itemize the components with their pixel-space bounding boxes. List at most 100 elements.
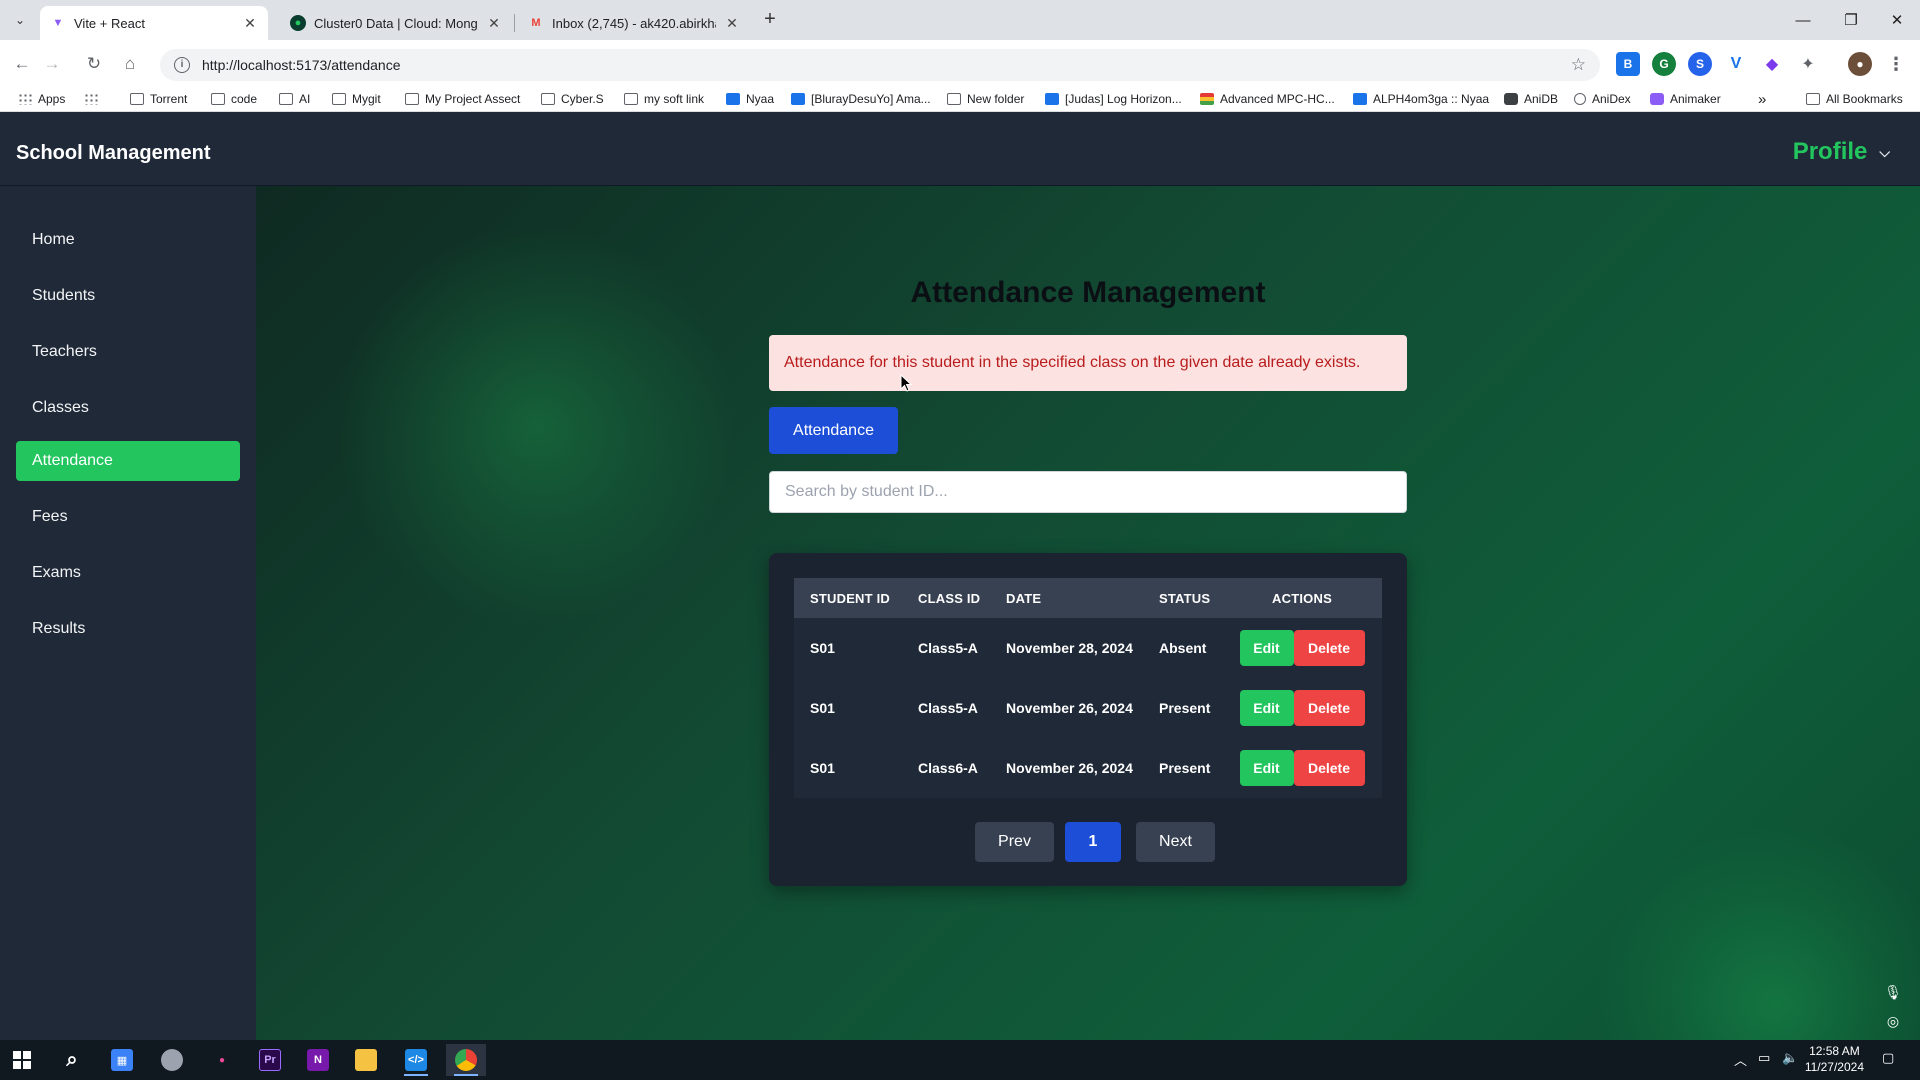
next-page-button[interactable]: Next [1136,822,1215,862]
minimize-icon[interactable]: — [1780,0,1826,40]
close-icon[interactable]: ✕ [242,15,258,32]
taskbar: ⌕ ▦ ● Pr N </> ︿ ▭ 🔈 12:58 AM 11/27/2024… [0,1040,1920,1080]
tab-mongodb[interactable]: ● Cluster0 Data | Cloud: MongoD ✕ [280,6,512,40]
extension-s-icon[interactable]: S [1688,52,1712,76]
extension-drop-icon[interactable]: ◆ [1760,52,1784,76]
browser-menu-icon[interactable]: ⋮ [1884,52,1908,76]
tab-separator [514,14,515,32]
focus-target-icon[interactable]: ◎ [1882,1010,1904,1032]
sidebar-item-home[interactable]: Home [16,220,240,260]
profile-dropdown[interactable]: Profile ⌵ [1793,138,1890,166]
file-explorer-icon[interactable] [346,1044,386,1076]
premiere-pro-icon[interactable]: Pr [250,1044,290,1076]
cell-date: November 26, 2024 [1006,700,1133,716]
store-icon[interactable]: ▦ [102,1044,142,1076]
more-bookmarks-chevron-icon[interactable]: » [1758,90,1766,108]
system-clock[interactable]: 12:58 AM 11/27/2024 [1805,1043,1864,1075]
bookmark-mygit[interactable]: Mygit [332,90,381,108]
reload-icon[interactable]: ↻ [80,50,108,78]
bookmarks-bar: Apps Torrent code AI Mygit My Project As… [0,86,1920,112]
app-icon[interactable] [152,1044,192,1076]
grammarly-icon[interactable]: G [1652,52,1676,76]
search-input[interactable] [769,471,1407,513]
folder-icon [1806,93,1820,105]
app-dot-icon[interactable]: ● [202,1044,242,1076]
delete-button[interactable]: Delete [1293,750,1365,786]
bookmark-alph4om3ga[interactable]: ALPH4om3ga :: Nyaa [1353,90,1489,108]
attendance-button[interactable]: Attendance [769,407,898,454]
windows-start-icon[interactable] [2,1044,42,1076]
network-icon[interactable]: ▭ [1758,1050,1770,1066]
sidebar-item-teachers[interactable]: Teachers [16,332,240,372]
close-icon[interactable]: ✕ [724,15,740,32]
tab-groups-icon[interactable] [84,90,98,108]
alert-message: Attendance for this student in the speci… [784,354,1361,371]
bookmark-torrent[interactable]: Torrent [130,90,187,108]
bookmark-anidb[interactable]: AniDB [1504,90,1558,108]
extensions-puzzle-icon[interactable]: ✦ [1796,52,1820,76]
extension-icon[interactable]: B [1616,52,1640,76]
new-tab-plus-icon[interactable]: + [758,8,782,32]
window-close-icon[interactable]: ✕ [1874,0,1920,40]
all-bookmarks[interactable]: All Bookmarks [1806,90,1903,108]
bookmark-anidex[interactable]: AniDex [1574,90,1631,108]
table-row: S01 Class5-A November 28, 2024 Absent Ed… [794,618,1382,678]
bookmark-my-project-assect[interactable]: My Project Assect [405,90,520,108]
tab-search-chevron-icon[interactable]: ⌄ [8,8,32,32]
volume-icon[interactable]: 🔈 [1782,1050,1798,1066]
bookmark-ai[interactable]: AI [279,90,310,108]
extension-v-icon[interactable]: V [1724,52,1748,76]
profile-avatar-icon[interactable]: ● [1848,52,1872,76]
edit-button[interactable]: Edit [1239,750,1294,786]
address-bar[interactable]: i http://localhost:5173/attendance ☆ [160,49,1600,81]
page-1-button[interactable]: 1 [1065,822,1121,862]
microphone-icon[interactable]: 🎙 [1882,981,1904,1003]
sidebar-item-students[interactable]: Students [16,276,240,316]
site-info-icon[interactable]: i [174,57,190,73]
edit-button[interactable]: Edit [1239,630,1294,666]
bookmark-my-soft-link[interactable]: my soft link [624,90,704,108]
cell-actions: Edit Delete [1222,678,1382,738]
brand-title: School Management [16,142,211,164]
search-icon [1574,93,1586,105]
bookmark-judas-log-horizon[interactable]: [Judas] Log Horizon... [1045,90,1182,108]
cell-status: Absent [1159,640,1207,656]
site-icon [1353,93,1367,105]
bookmark-animaker[interactable]: Animaker [1650,90,1721,108]
bookmark-apps[interactable]: Apps [18,90,65,108]
bookmark-bluraydesuyo[interactable]: [BlurayDesuYo] Ama... [791,90,931,108]
sidebar-item-exams[interactable]: Exams [16,553,240,593]
delete-button[interactable]: Delete [1293,630,1365,666]
close-icon[interactable]: ✕ [486,15,502,32]
bookmark-cybers[interactable]: Cyber.S [541,90,604,108]
tab-gmail[interactable]: M Inbox (2,745) - ak420.abirkhan ✕ [518,6,750,40]
bookmark-code[interactable]: code [211,90,257,108]
sidebar-item-attendance[interactable]: Attendance [16,441,240,481]
bookmark-star-icon[interactable]: ☆ [1571,55,1586,75]
restore-icon[interactable]: ❐ [1828,0,1874,40]
tray-chevron-up-icon[interactable]: ︿ [1734,1050,1747,1069]
sidebar-item-classes[interactable]: Classes [16,388,240,428]
search-icon[interactable]: ⌕ [52,1044,92,1076]
sidebar-item-results[interactable]: Results [16,609,240,649]
prev-page-button[interactable]: Prev [975,822,1054,862]
delete-button[interactable]: Delete [1293,690,1365,726]
back-arrow-icon[interactable]: ← [8,50,36,78]
table-row: S01 Class6-A November 26, 2024 Present E… [794,738,1382,798]
home-icon[interactable]: ⌂ [116,50,144,78]
tab-label: Vite + React [74,15,145,31]
bookmark-advanced-mpc-hc[interactable]: Advanced MPC-HC... [1200,90,1335,108]
bookmark-new-folder[interactable]: New folder [947,90,1024,108]
bookmark-nyaa[interactable]: Nyaa [726,90,774,108]
error-alert: Attendance for this student in the speci… [769,335,1407,391]
edit-button[interactable]: Edit [1239,690,1294,726]
mongodb-leaf-icon: ● [290,15,306,31]
vscode-icon[interactable]: </> [396,1044,436,1076]
onenote-icon[interactable]: N [298,1044,338,1076]
forward-arrow-icon[interactable]: → [38,50,66,78]
notifications-icon[interactable]: ▢ [1882,1050,1894,1066]
cell-class-id: Class6-A [918,760,978,776]
sidebar-item-fees[interactable]: Fees [16,497,240,537]
chrome-icon[interactable] [446,1044,486,1076]
tab-vite-react[interactable]: ▼ Vite + React ✕ [40,6,268,40]
